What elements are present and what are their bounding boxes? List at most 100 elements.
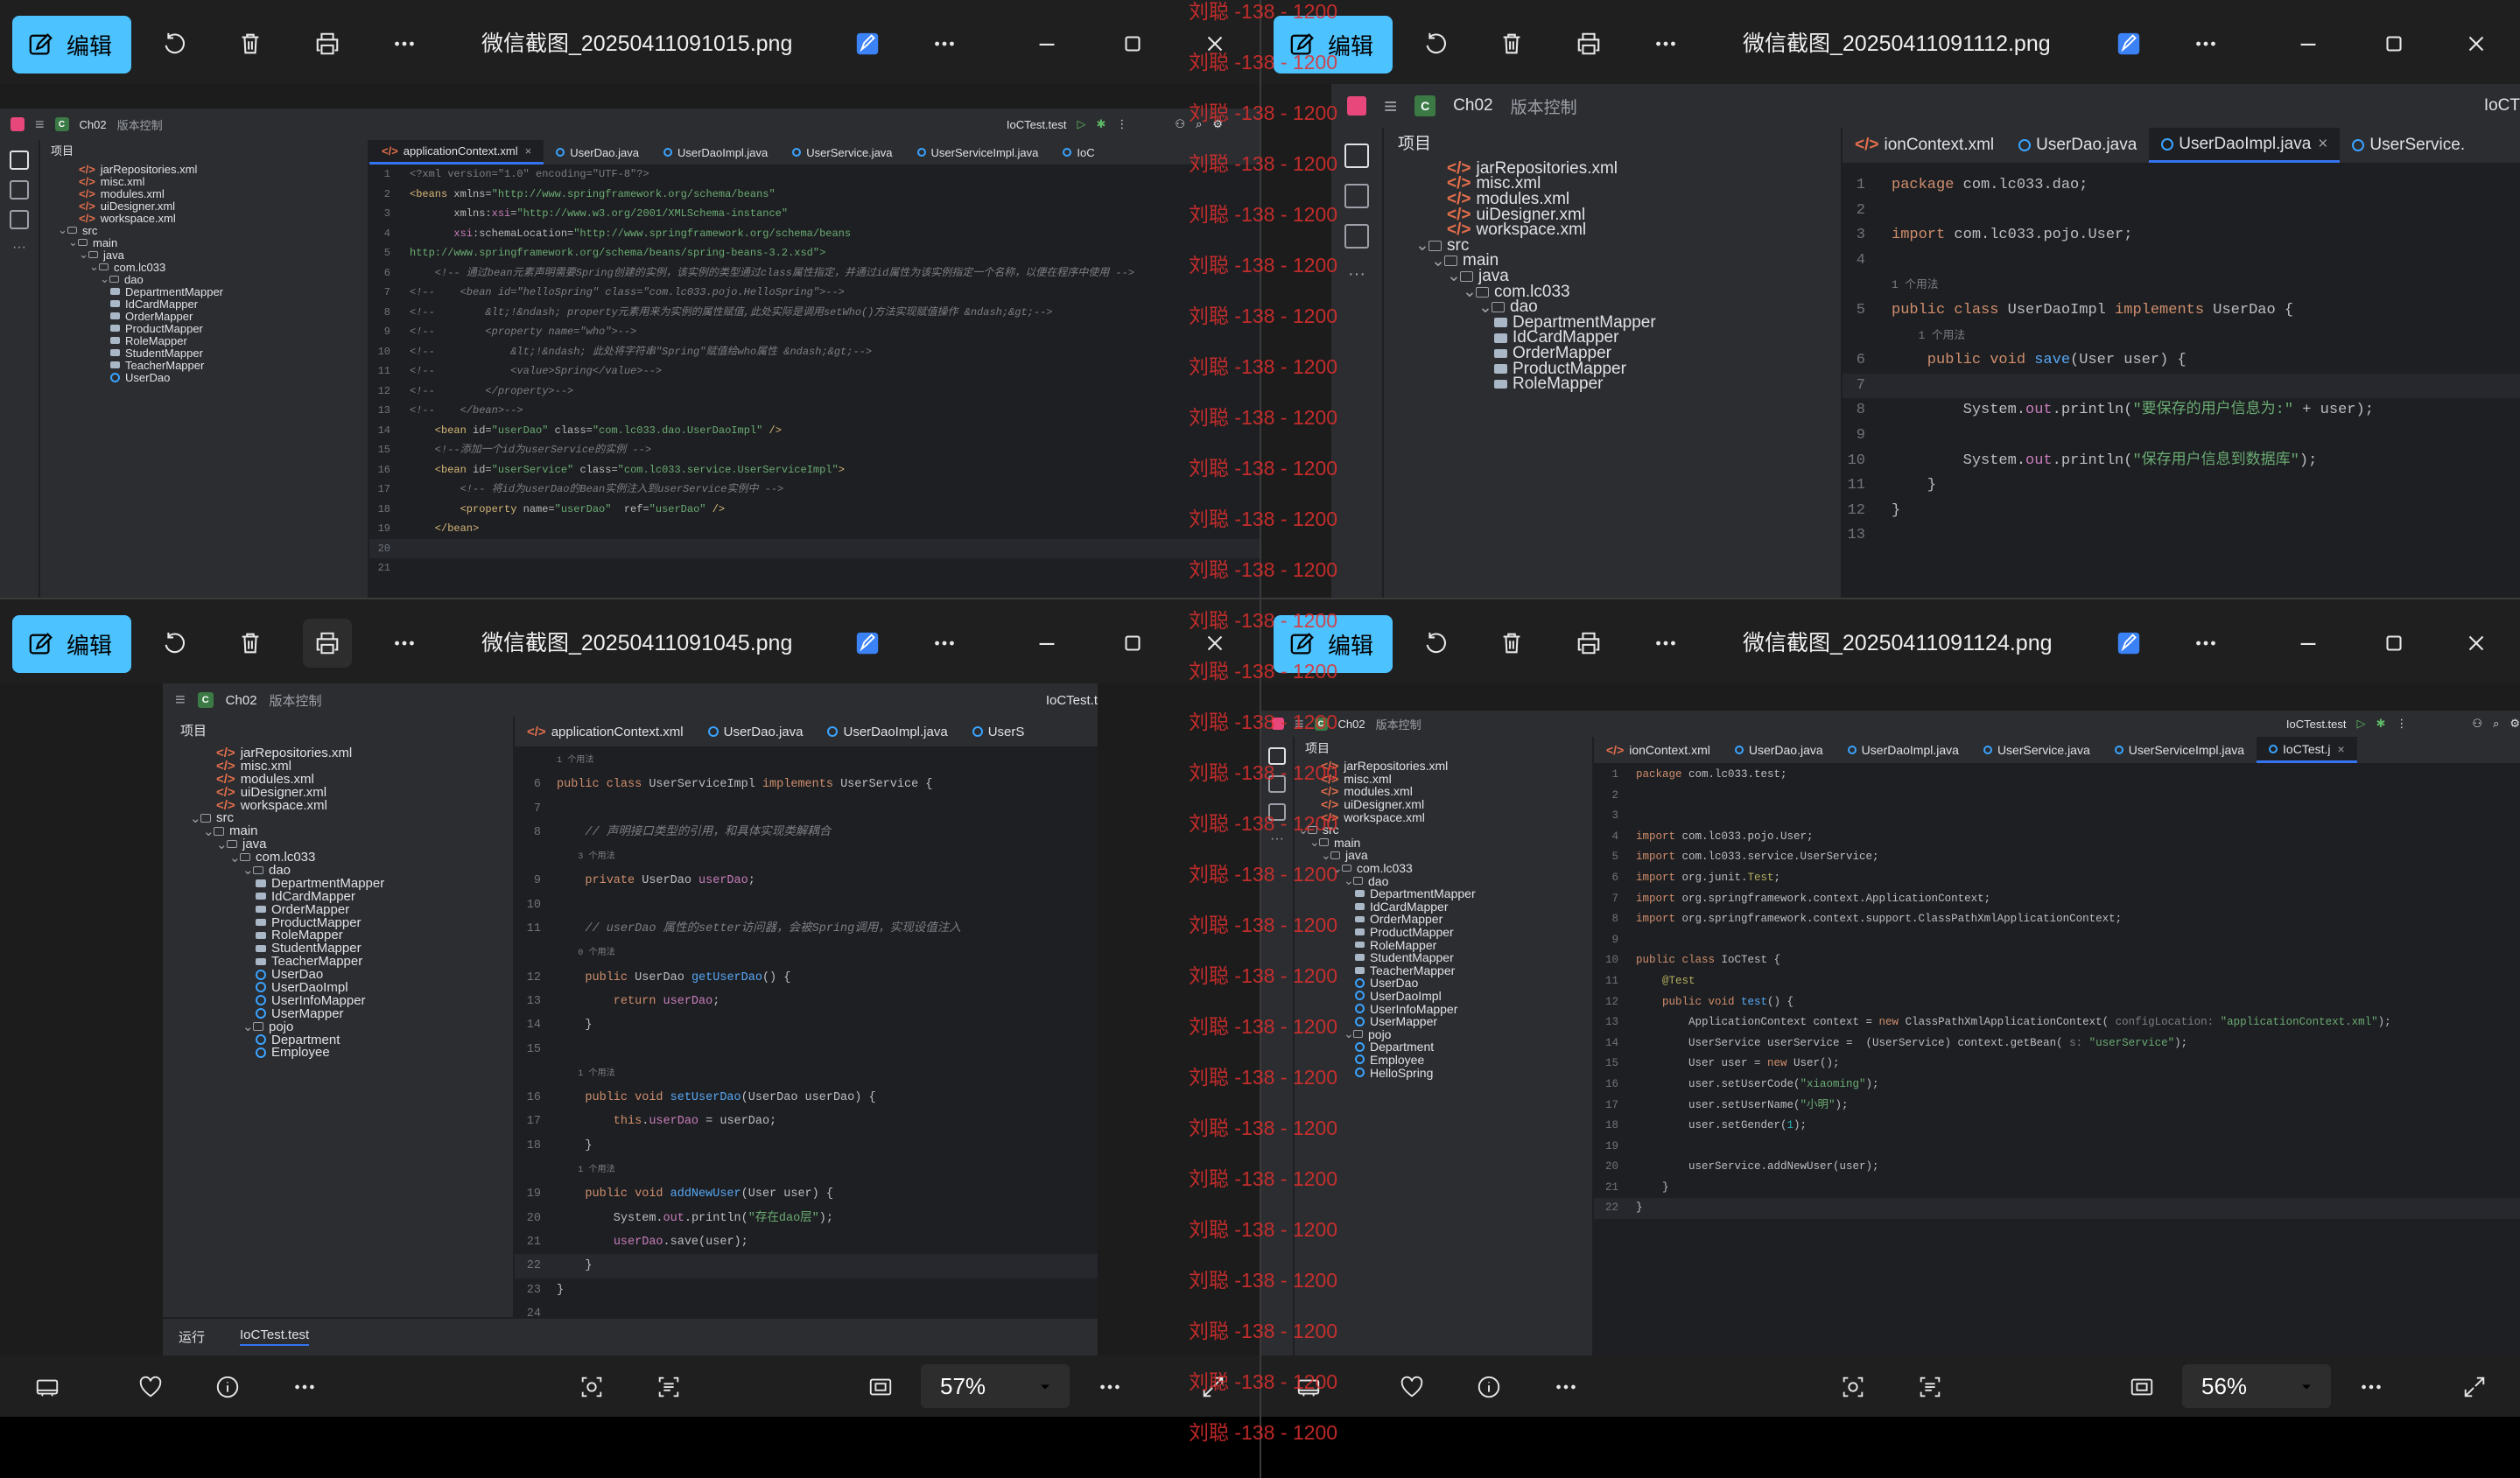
visual-search-icon[interactable] <box>1836 1371 1871 1403</box>
tree-item[interactable]: ⌄ dao <box>1295 873 1592 888</box>
rotate-icon[interactable] <box>149 619 198 668</box>
tree-item[interactable]: IdCardMapper <box>1384 328 1841 347</box>
tree-item[interactable]: ⌄ dao <box>163 863 513 879</box>
tree-header[interactable]: 项目 <box>1384 128 1841 161</box>
editor-tab[interactable]: UserDao.java <box>1723 737 1836 763</box>
tree-item[interactable]: TeacherMapper <box>40 359 368 372</box>
project-name[interactable]: Ch02 <box>226 693 257 708</box>
vcs-menu[interactable]: 版本控制 <box>1511 95 1577 118</box>
tree-item[interactable]: UserDao <box>1295 976 1592 990</box>
editor-tab[interactable]: </> ionContext.xml <box>1843 128 2006 163</box>
more-icon[interactable] <box>2354 1371 2389 1403</box>
tree-item[interactable]: UserInfoMapper <box>1295 1002 1592 1016</box>
close-icon[interactable] <box>1190 19 1239 68</box>
tree-item[interactable]: </> uiDesigner.xml <box>163 785 513 800</box>
more-icon[interactable] <box>1641 619 1690 668</box>
delete-icon[interactable] <box>1487 619 1536 668</box>
tree-item[interactable]: DepartmentMapper <box>163 876 513 891</box>
text-scan-icon[interactable] <box>651 1371 686 1403</box>
editor-tab[interactable]: UserServiceImpl.java <box>2102 737 2257 763</box>
tree-item[interactable]: OrderMapper <box>163 902 513 917</box>
vcs-menu[interactable]: 版本控制 <box>1376 716 1421 732</box>
tree-item[interactable]: ⌄ java <box>163 837 513 852</box>
text-scan-icon[interactable] <box>1913 1371 1948 1403</box>
tree-item[interactable]: </> workspace.xml <box>1295 810 1592 824</box>
tree-item[interactable]: Employee <box>1295 1053 1592 1067</box>
more-tools-icon[interactable]: ··· <box>1261 831 1293 847</box>
editor-tab[interactable]: UserService.java <box>1971 737 2102 763</box>
run-config-select[interactable]: IoCT <box>2484 96 2520 116</box>
tree-item[interactable]: UserMapper <box>1295 1014 1592 1028</box>
more-icon[interactable]: ⋮ <box>1116 117 1127 131</box>
tree-item[interactable]: </> workspace.xml <box>40 212 368 225</box>
tree-item[interactable]: ProductMapper <box>1295 925 1592 939</box>
tree-item[interactable]: IdCardMapper <box>1295 900 1592 914</box>
tree-item[interactable]: </> uiDesigner.xml <box>40 200 368 213</box>
tree-item[interactable]: TeacherMapper <box>1295 963 1592 977</box>
print-icon[interactable] <box>1564 19 1613 68</box>
account-icon[interactable]: ⚇ <box>2472 717 2482 731</box>
run-config-select[interactable]: IoCTest.test <box>1007 118 1067 131</box>
rotate-icon[interactable] <box>1410 19 1459 68</box>
tree-item[interactable]: ⌄ src <box>1295 823 1592 837</box>
maximize-icon[interactable] <box>1108 19 1157 68</box>
bookmarks-tool-icon[interactable] <box>10 210 29 229</box>
tree-item[interactable]: ⌄ src <box>40 223 368 237</box>
close-icon[interactable] <box>2452 19 2501 68</box>
editor-tab[interactable]: UserDao.java <box>544 140 651 165</box>
delete-icon[interactable] <box>1487 19 1536 68</box>
maximize-icon[interactable] <box>2369 19 2418 68</box>
tree-header[interactable]: 项目 <box>40 140 368 163</box>
tree-item[interactable]: OrderMapper <box>40 310 368 323</box>
tree-item[interactable]: StudentMapper <box>40 347 368 360</box>
main-menu-icon[interactable]: ≡ <box>1384 93 1397 120</box>
tree-item[interactable]: </> modules.xml <box>1295 784 1592 798</box>
tree-item[interactable]: ⌄ main <box>163 823 513 839</box>
editor-tab[interactable]: </> applicationContext.xml × <box>369 140 544 165</box>
tree-item[interactable]: ⌄ src <box>1384 236 1841 256</box>
delete-icon[interactable] <box>226 19 275 68</box>
run-icon[interactable]: ▷ <box>2357 717 2366 731</box>
more-icon[interactable] <box>1092 1371 1127 1403</box>
tree-item[interactable]: </> uiDesigner.xml <box>1295 797 1592 811</box>
tree-item[interactable]: UserMapper <box>163 1006 513 1021</box>
tab-close-icon[interactable]: × <box>2318 135 2327 154</box>
fullscreen-icon[interactable] <box>1196 1371 1231 1403</box>
filmstrip-icon[interactable] <box>1291 1371 1326 1403</box>
edit-button[interactable]: 编辑 <box>12 615 131 673</box>
project-name[interactable]: Ch02 <box>80 118 107 131</box>
tab-close-icon[interactable]: × <box>2338 742 2345 756</box>
project-name[interactable]: Ch02 <box>1338 718 1365 731</box>
minimize-icon[interactable] <box>1022 19 1071 68</box>
code-area[interactable]: 1 package com.lc033.dao; 2 3 import com.lc03… <box>1843 173 2520 598</box>
editor-tab[interactable]: </> ionContext.xml <box>1594 737 1723 763</box>
actual-size-icon[interactable] <box>863 1371 898 1403</box>
editor-tab[interactable]: </> applicationContext.xml <box>515 717 696 746</box>
tree-item[interactable]: </> jarRepositories.xml <box>1295 759 1592 773</box>
minimize-icon[interactable] <box>2284 619 2333 668</box>
tree-item[interactable]: </> jarRepositories.xml <box>40 163 368 176</box>
more-icon[interactable] <box>920 619 969 668</box>
more-icon[interactable] <box>1548 1371 1583 1403</box>
tree-item[interactable]: ⌄ java <box>40 248 368 262</box>
tree-item[interactable]: ⌄ java <box>1295 848 1592 863</box>
edit-button[interactable]: 编辑 <box>1274 615 1393 673</box>
code-area[interactable]: 1 个用法 6 public class UserServiceImpl imple… <box>515 748 1098 1317</box>
more-tools-icon[interactable]: ··· <box>1331 264 1382 284</box>
editor-tab[interactable]: UserDao.java <box>696 717 816 746</box>
edit-button[interactable]: 编辑 <box>12 16 131 74</box>
delete-icon[interactable] <box>226 619 275 668</box>
tree-item[interactable]: ⌄ java <box>1384 267 1841 286</box>
editor-tab[interactable]: IoC <box>1050 140 1106 165</box>
maximize-icon[interactable] <box>2369 619 2418 668</box>
favorite-icon[interactable] <box>133 1371 168 1403</box>
tree-item[interactable]: UserDao <box>40 371 368 384</box>
minimize-icon[interactable] <box>1022 619 1071 668</box>
tree-item[interactable]: </> workspace.xml <box>163 798 513 813</box>
tree-item[interactable]: ⌄ main <box>40 235 368 249</box>
more-icon[interactable]: ⋮ <box>2396 717 2407 731</box>
zoom-select[interactable]: 57% <box>921 1364 1070 1408</box>
more-icon[interactable] <box>287 1371 322 1403</box>
visual-search-icon[interactable] <box>574 1371 609 1403</box>
tree-item[interactable]: </> misc.xml <box>163 759 513 774</box>
